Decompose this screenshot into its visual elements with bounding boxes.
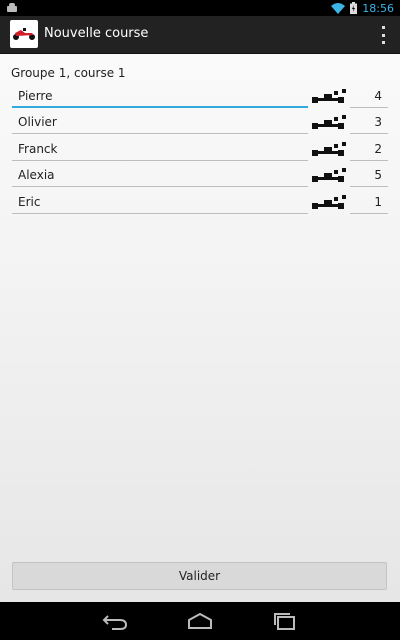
content-area: Groupe 1, course 1 Pierre 4 Olivier 3 Fr… [0, 54, 400, 602]
racer-name-input[interactable]: Franck [12, 139, 308, 161]
overflow-menu-icon[interactable] [380, 26, 386, 44]
racer-name-input[interactable]: Olivier [12, 112, 308, 134]
racer-row: Olivier 3 [12, 112, 388, 134]
racer-row: Pierre 4 [12, 86, 388, 108]
back-icon[interactable] [102, 612, 128, 630]
racer-row: Eric 1 [12, 192, 388, 214]
position-input[interactable]: 4 [350, 86, 388, 108]
kart-icon [312, 142, 346, 156]
clock: 18:56 [362, 1, 394, 15]
page-title: Nouvelle course [44, 26, 149, 41]
validate-button[interactable]: Valider [12, 562, 387, 590]
racer-name-input[interactable]: Pierre [12, 86, 308, 108]
app-kart-icon[interactable] [10, 20, 38, 48]
action-bar: Nouvelle course [0, 16, 400, 54]
position-input[interactable]: 2 [350, 139, 388, 161]
racer-row: Alexia 5 [12, 165, 388, 187]
navigation-bar [0, 602, 400, 640]
group-title: Groupe 1, course 1 [11, 66, 126, 80]
android-notification-icon [7, 3, 17, 12]
racer-name-input[interactable]: Eric [12, 192, 308, 214]
position-input[interactable]: 3 [350, 112, 388, 134]
kart-icon [312, 115, 346, 129]
position-input[interactable]: 5 [350, 165, 388, 187]
kart-icon [312, 195, 346, 209]
position-input[interactable]: 1 [350, 192, 388, 214]
recent-apps-icon[interactable] [272, 612, 298, 630]
home-icon[interactable] [187, 612, 213, 630]
kart-icon [312, 168, 346, 182]
battery-icon [350, 2, 358, 14]
racer-row: Franck 2 [12, 139, 388, 161]
kart-icon [312, 89, 346, 103]
wifi-icon [331, 2, 346, 14]
status-bar: 18:56 [0, 0, 400, 16]
racer-name-input[interactable]: Alexia [12, 165, 308, 187]
